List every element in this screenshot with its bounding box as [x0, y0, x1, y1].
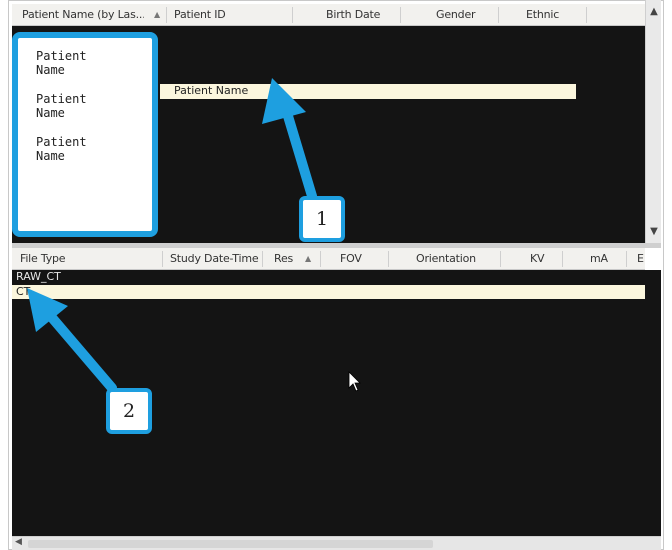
callout-arrow-2 [27, 288, 117, 393]
callout-arrow-1 [262, 78, 317, 201]
callout-badge-1: 1 [299, 196, 345, 242]
callout-badge-2: 2 [106, 388, 152, 434]
mouse-cursor-icon [348, 371, 361, 392]
callout-arrows [27, 78, 361, 393]
